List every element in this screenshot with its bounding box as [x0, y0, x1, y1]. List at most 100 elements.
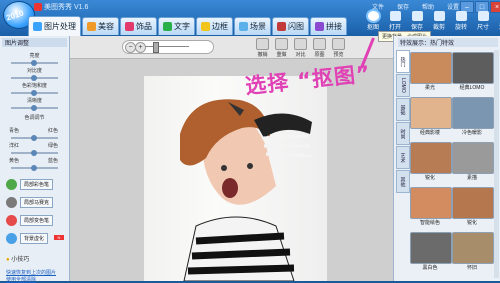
- tab-label: 闪图: [288, 21, 304, 32]
- undo-icon: [256, 38, 269, 50]
- zoom-thumb[interactable]: [153, 42, 159, 53]
- sharpness-slider[interactable]: [11, 107, 58, 109]
- effects-scrollbar[interactable]: [494, 50, 499, 278]
- main-tabs: 图片处理 美容 饰品 文字 边框 场景 闪图 拼接: [28, 17, 347, 36]
- brightness-slider[interactable]: [11, 62, 58, 64]
- tab-other[interactable]: 其他: [396, 170, 410, 193]
- compare-button[interactable]: 对比: [292, 38, 309, 58]
- tab-image-edit[interactable]: 图片处理: [28, 16, 81, 36]
- tab-scene[interactable]: 场景: [234, 17, 271, 35]
- button-label: 局部马赛克: [20, 197, 53, 208]
- effect-thumb[interactable]: [410, 187, 452, 219]
- local-color-pen-button[interactable]: 局部彩色笔: [6, 178, 66, 190]
- original-button[interactable]: 原图: [311, 38, 328, 58]
- effect-thumb[interactable]: [410, 142, 452, 174]
- effect-thumb[interactable]: [452, 187, 494, 219]
- tab-fashion[interactable]: 时尚: [396, 122, 410, 145]
- saturation-slider[interactable]: [11, 92, 58, 94]
- preview-button[interactable]: 预览: [330, 38, 347, 58]
- slider-thumb[interactable]: [31, 135, 37, 141]
- effect-label: 素描: [451, 174, 493, 181]
- effect-thumb[interactable]: [410, 232, 452, 264]
- left-panel-header: 图片调整: [2, 38, 67, 47]
- tab-beauty[interactable]: 美容: [82, 17, 119, 35]
- effect-thumb[interactable]: [452, 97, 494, 129]
- effect-thumb[interactable]: [452, 232, 494, 264]
- local-mosaic-button[interactable]: 局部马赛克: [6, 196, 66, 208]
- yellow-blue-slider[interactable]: [11, 167, 58, 169]
- zoom-control[interactable]: − +: [122, 40, 214, 54]
- effect-thumb[interactable]: [410, 52, 452, 84]
- effect-label: 冷色暖影: [451, 129, 493, 136]
- zoom-in-icon[interactable]: +: [135, 42, 146, 53]
- contrast-slider[interactable]: [11, 77, 58, 79]
- slider-thumb[interactable]: [31, 165, 37, 171]
- face-icon: [87, 22, 96, 31]
- slider-thumb[interactable]: [31, 105, 37, 111]
- tab-label: 拼接: [326, 21, 342, 32]
- new-badge: N: [54, 235, 64, 240]
- cyan-red-slider[interactable]: [11, 137, 58, 139]
- effect-thumb[interactable]: [410, 97, 452, 129]
- open-button[interactable]: 打开: [385, 10, 405, 32]
- doodle-button[interactable]: 涂鸦: [495, 10, 500, 32]
- tab-lomo[interactable]: LOMO: [396, 74, 410, 97]
- effect-label: 怀旧: [451, 264, 493, 271]
- effect-category-tabs: 热门 LOMO 基础 时尚 艺术 其他: [396, 50, 408, 194]
- photo-canvas[interactable]: [144, 76, 327, 281]
- tab-flash[interactable]: 闪图: [272, 17, 309, 35]
- button-label: 局部变色笔: [20, 215, 53, 226]
- tab-text[interactable]: 文字: [158, 17, 195, 35]
- blue-label: 蓝色: [48, 157, 58, 164]
- rotate-icon: [456, 11, 467, 21]
- button-label: 背景虚化: [20, 233, 48, 244]
- tool-label: 抠图: [367, 22, 379, 31]
- tab-puzzle[interactable]: 拼接: [310, 17, 347, 35]
- app-mark-icon: [34, 3, 42, 11]
- resize-button[interactable]: 尺寸: [473, 10, 493, 32]
- recolor-icon: [6, 215, 17, 226]
- tab-label: 场景: [250, 21, 266, 32]
- tab-label: 美容: [98, 21, 114, 32]
- tab-frame[interactable]: 边框: [196, 17, 233, 35]
- redo-button[interactable]: 重做: [273, 38, 290, 58]
- local-recolor-button[interactable]: 局部变色笔: [6, 214, 66, 226]
- tab-label: 图片处理: [44, 21, 76, 32]
- save-button[interactable]: 保存: [407, 10, 427, 32]
- slider-thumb[interactable]: [31, 60, 37, 66]
- save-icon: [412, 11, 423, 21]
- tool-label: 原图: [314, 51, 324, 58]
- scissors-icon: [368, 11, 379, 21]
- effect-label: 锐化: [451, 219, 493, 226]
- slider-thumb[interactable]: [31, 90, 37, 96]
- crop-button[interactable]: 裁剪: [429, 10, 449, 32]
- tab-hot[interactable]: 热门: [396, 50, 410, 73]
- left-panel: 亮度 对比度 色彩饱和度 清晰度 色调调节 青色 红色 洋红 绿色 黄色 蓝色 …: [0, 36, 70, 281]
- tab-art[interactable]: 艺术: [396, 146, 410, 169]
- effect-thumb[interactable]: [452, 52, 494, 84]
- slider-thumb[interactable]: [31, 150, 37, 156]
- slider-thumb[interactable]: [31, 75, 37, 81]
- app-title: 美图秀秀 V1.6: [34, 2, 88, 12]
- effect-label: 智能绘色: [409, 219, 451, 226]
- effect-thumb[interactable]: [452, 142, 494, 174]
- green-label: 绿色: [48, 142, 58, 149]
- magenta-green-slider[interactable]: [11, 152, 58, 154]
- button-label: 局部彩色笔: [20, 179, 53, 190]
- undo-button[interactable]: 撤销: [254, 38, 271, 58]
- effect-label: 经典LOMO: [451, 84, 493, 91]
- red-label: 红色: [48, 127, 58, 134]
- zoom-track[interactable]: [145, 46, 189, 47]
- scene-icon: [239, 22, 248, 31]
- tip-link-restore[interactable]: 快速恢复到上次的图片: [6, 269, 56, 276]
- preview-icon: [332, 38, 345, 50]
- tool-label: 对比: [295, 51, 305, 58]
- rotate-button[interactable]: 旋转: [451, 10, 471, 32]
- tip-link-clear[interactable]: 使用全部清除: [6, 276, 36, 283]
- bulb-icon: ●: [6, 257, 10, 263]
- tab-basic[interactable]: 基础: [396, 98, 410, 121]
- sharpness-label: 清晰度: [0, 97, 69, 104]
- tab-accessories[interactable]: 饰品: [120, 17, 157, 35]
- cutout-button[interactable]: 抠图: [363, 10, 383, 32]
- blur-icon: [6, 233, 17, 244]
